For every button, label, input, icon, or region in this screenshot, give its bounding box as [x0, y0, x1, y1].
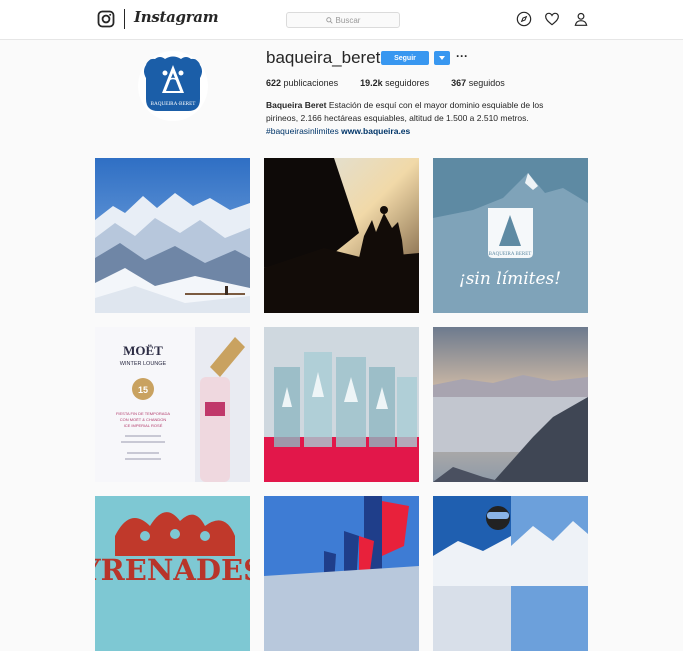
pyrenades-text: YRENADES — [95, 553, 250, 587]
suggestions-dropdown-button[interactable] — [434, 51, 450, 65]
profile-username: baqueira_beret — [266, 48, 381, 67]
heart-icon[interactable] — [544, 11, 560, 27]
profile-bio: Baqueira Beret Estación de esquí con el … — [266, 99, 566, 138]
top-navigation-bar: Instagram Buscar — [0, 0, 683, 40]
moet-line-1: FIESTA FIN DE TEMPORADA — [116, 411, 170, 416]
moet-date: 15 — [138, 385, 148, 395]
post-sea-of-clouds[interactable] — [433, 327, 588, 482]
post-skier-collage[interactable] — [433, 496, 588, 651]
stat-posts[interactable]: 622 publicaciones — [266, 78, 338, 88]
bio-name: Baqueira Beret — [266, 100, 327, 110]
post-flags-sky[interactable] — [264, 496, 419, 651]
follow-button[interactable]: Seguir — [381, 51, 429, 65]
poster-logo-text: BAQUEIRA BERET — [489, 252, 532, 257]
search-icon — [325, 16, 333, 24]
stat-following[interactable]: 367 seguidos — [451, 78, 505, 88]
post-mountains-snow[interactable] — [95, 158, 250, 313]
post-moet-winter-lounge[interactable]: MOËT WINTER LOUNGE 15 FIESTA FIN DE TEMP… — [95, 327, 250, 482]
post-pyrenades[interactable]: YRENADES — [95, 496, 250, 651]
profile-stats: 622 publicaciones 19.2k seguidores 367 s… — [266, 78, 505, 88]
moet-line-3: ICE IMPERIAL ROSÉ — [124, 423, 163, 428]
logo-text: BAQUEIRA·BERET — [151, 101, 197, 107]
bio-website-link[interactable]: www.baqueira.es — [341, 126, 410, 136]
stat-followers[interactable]: 19.2k seguidores — [360, 78, 429, 88]
moet-subtitle: WINTER LOUNGE — [120, 361, 167, 367]
explore-compass-icon[interactable] — [516, 11, 532, 27]
post-silhouette-sunset[interactable] — [264, 158, 419, 313]
instagram-camera-icon[interactable] — [97, 10, 115, 28]
post-sin-limites[interactable]: BAQUEIRA BERET ¡sin límites! — [433, 158, 588, 313]
moet-title: MOËT — [123, 343, 163, 358]
instagram-wordmark[interactable]: Instagram — [134, 8, 219, 26]
chevron-down-icon — [439, 56, 445, 60]
post-trophies[interactable] — [264, 327, 419, 482]
logo-divider — [124, 9, 125, 29]
profile-user-icon[interactable] — [573, 11, 589, 27]
poster-slogan: ¡sin límites! — [459, 269, 561, 289]
more-options-button[interactable]: ··· — [456, 49, 468, 63]
moet-line-2: CON MOËT & CHANDON — [120, 417, 167, 422]
search-input[interactable]: Buscar — [286, 12, 400, 28]
profile-avatar[interactable]: BAQUEIRA·BERET — [138, 51, 208, 121]
bio-hashtag[interactable]: #baqueirasinlimites — [266, 126, 339, 136]
search-placeholder: Buscar — [335, 15, 361, 25]
